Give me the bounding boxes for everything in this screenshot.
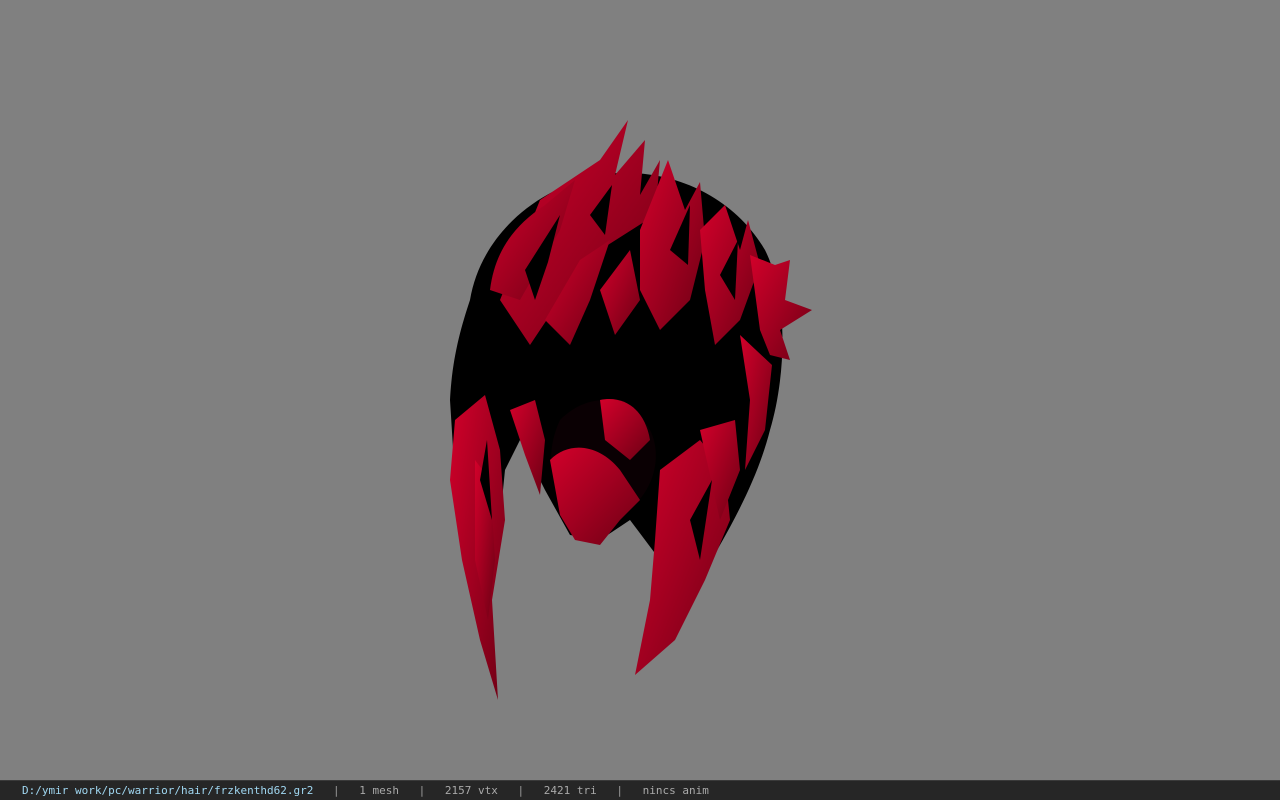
status-separator: | [418, 784, 426, 797]
file-path: D:/ymir work/pc/warrior/hair/frzkenthd62… [22, 784, 314, 797]
hair-mesh-icon [450, 120, 812, 700]
mesh-count: 1 mesh [359, 784, 400, 797]
triangle-count: 2421 tri [543, 784, 597, 797]
status-bar: D:/ymir work/pc/warrior/hair/frzkenthd62… [0, 780, 1280, 800]
vertex-count: 2157 vtx [444, 784, 498, 797]
status-separator: | [333, 784, 340, 797]
status-separator: | [616, 784, 623, 797]
status-separator: | [517, 784, 525, 797]
3d-viewport[interactable] [0, 0, 1280, 780]
animation-status: nincs anim [642, 784, 709, 797]
